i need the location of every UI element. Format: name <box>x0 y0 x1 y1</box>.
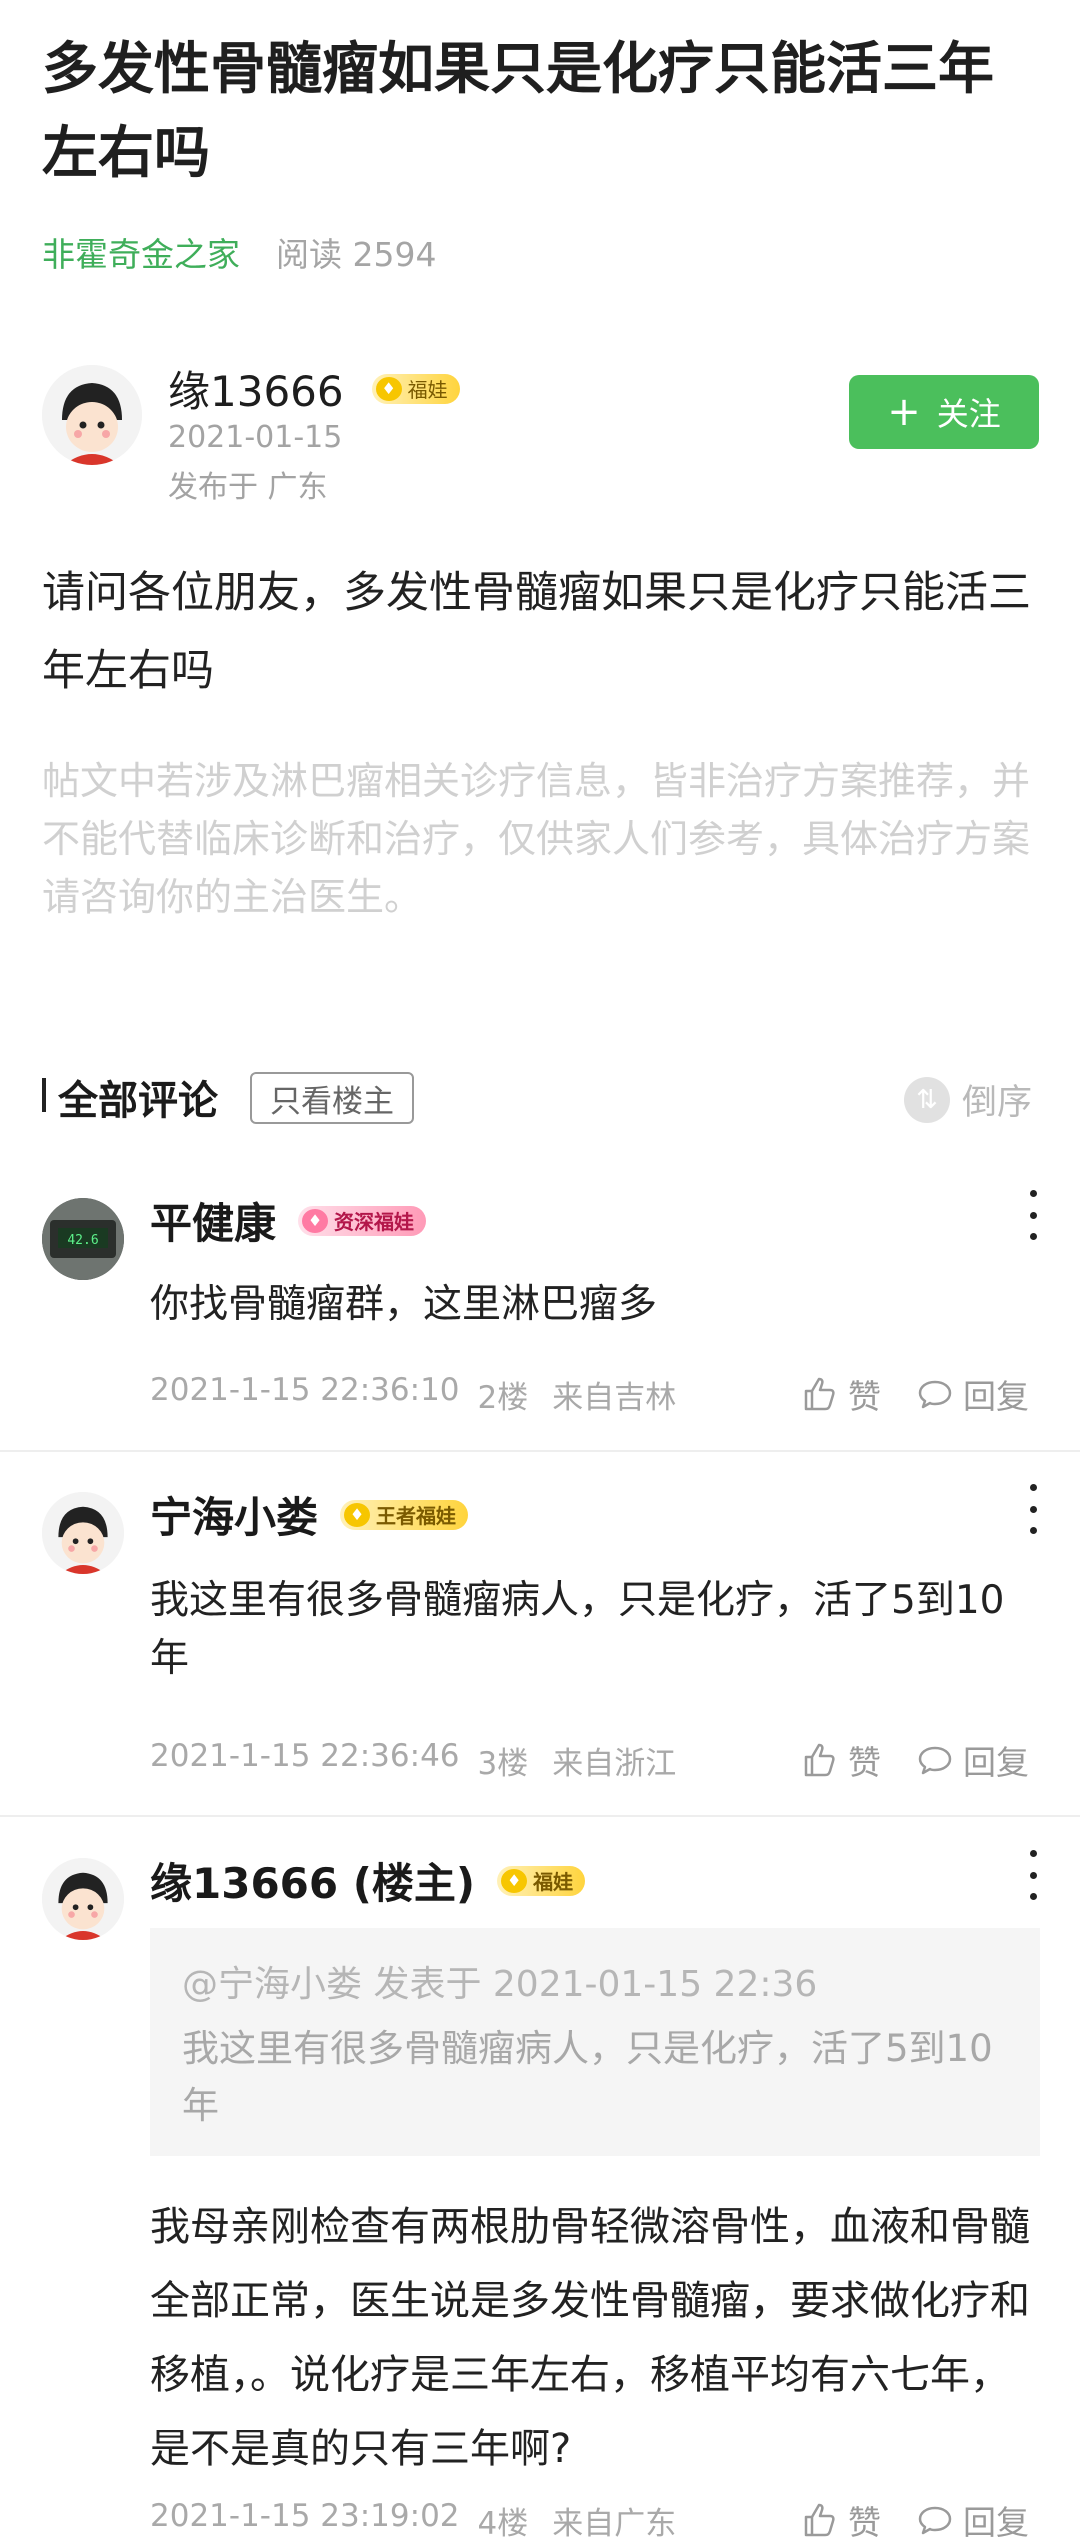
sort-button[interactable]: ⇅ 倒序 <box>904 1074 1032 1125</box>
comment-icon <box>918 2506 952 2535</box>
comment-author-row: 缘13666 (楼主) ♦ 福娃 <box>150 1850 586 1911</box>
sort-label: 倒序 <box>962 1083 1033 1123</box>
read-count: 阅读 2594 <box>276 235 437 274</box>
shirt-badge-icon: ♦ <box>344 1502 371 1527</box>
comment-badge: ♦ 王者福娃 <box>340 1499 469 1530</box>
more-icon[interactable] <box>1018 1190 1048 1240</box>
plus-icon: + <box>887 389 921 435</box>
follow-label: 关注 <box>936 395 1001 433</box>
comment-text: 你找骨髓瘤群，这里淋巴瘤多 <box>150 1282 658 1327</box>
post-body: 请问各位朋友，多发性骨髓瘤如果只是化疗只能活三年左右吗 <box>42 568 1031 696</box>
comment-location: 来自浙江 <box>552 1746 677 1782</box>
post-title: 多发性骨髓瘤如果只是化疗只能活三年左右吗 <box>42 37 994 186</box>
comment-badge-label: 王者福娃 <box>376 1504 457 1528</box>
like-button[interactable]: 赞 <box>800 1736 881 1784</box>
comment-floor: 3楼 <box>477 1746 529 1782</box>
commenter-avatar[interactable]: 42.6 <box>42 1198 124 1280</box>
sort-icon: ⇅ <box>904 1076 950 1123</box>
scale-photo-icon: 42.6 <box>42 1198 124 1280</box>
comment-badge-label: 资深福娃 <box>334 1210 415 1234</box>
avatar-icon <box>42 1492 124 1574</box>
comment-author-row: 平健康 ♦ 资深福娃 <box>150 1190 427 1251</box>
comment-icon <box>918 1746 952 1775</box>
thumbs-up-icon <box>804 1743 835 1777</box>
comment-time: 2021-1-15 22:36:10 <box>150 1372 460 1408</box>
comment-floor: 2楼 <box>477 1380 529 1416</box>
comment-badge: ♦ 资深福娃 <box>298 1205 427 1236</box>
comment-author-row: 宁海小娄 ♦ 王者福娃 <box>150 1484 469 1545</box>
comment-author[interactable]: 宁海小娄 <box>150 1484 318 1545</box>
comment-text: 我这里有很多骨髓瘤病人，只是化疗，活了5到10年 <box>150 1578 1005 1681</box>
shirt-badge-icon: ♦ <box>375 376 402 401</box>
like-button[interactable]: 赞 <box>800 2496 881 2544</box>
comment-actions: 赞 回复 <box>800 1370 1029 1418</box>
author-badge: ♦ 福娃 <box>371 373 460 404</box>
section-accent-bar <box>42 1078 46 1112</box>
like-label: 赞 <box>848 2503 881 2542</box>
comment-location: 来自广东 <box>552 2506 677 2542</box>
shirt-badge-icon: ♦ <box>501 1868 528 1893</box>
avatar-icon <box>42 365 142 465</box>
comment-time: 2021-1-15 22:36:46 <box>150 1738 460 1774</box>
author-badge-label: 福娃 <box>407 378 448 402</box>
commenter-avatar[interactable] <box>42 1858 124 1940</box>
author-name-row: 缘13666 ♦ 福娃 <box>168 358 460 419</box>
comment-author[interactable]: 平健康 <box>150 1190 276 1251</box>
svg-text:42.6: 42.6 <box>67 1233 98 1248</box>
comment-meta: 2021-1-15 23:19:02 4楼 来自广东 <box>150 2498 676 2543</box>
reply-label: 回复 <box>963 2503 1029 2542</box>
comment-text: 我母亲刚检查有两根肋骨轻微溶骨性，血液和骨髓全部正常，医生说是多发性骨髓瘤，要求… <box>150 2204 1030 2472</box>
group-link[interactable]: 非霍奇金之家 <box>42 228 240 276</box>
like-button[interactable]: 赞 <box>800 1370 881 1418</box>
like-label: 赞 <box>848 1377 881 1416</box>
comment-floor: 4楼 <box>477 2506 529 2542</box>
comment-location: 来自吉林 <box>552 1380 677 1416</box>
commenter-avatar[interactable] <box>42 1492 124 1574</box>
comment-divider <box>0 1450 1080 1452</box>
shirt-badge-icon: ♦ <box>302 1208 329 1233</box>
post-meta: 非霍奇金之家 阅读 2594 <box>42 228 436 276</box>
reply-button[interactable]: 回复 <box>915 1370 1029 1418</box>
comments-title: 全部评论 <box>58 1078 218 1124</box>
comment-time: 2021-1-15 23:19:02 <box>150 2498 460 2534</box>
post-disclaimer: 帖文中若涉及淋巴瘤相关诊疗信息，皆非治疗方案推荐，并不能代替临床诊断和治疗，仅供… <box>42 759 1031 919</box>
comment-meta: 2021-1-15 22:36:46 3楼 来自浙江 <box>150 1738 676 1783</box>
post-date: 2021-01-15 <box>168 420 343 455</box>
comment-meta: 2021-1-15 22:36:10 2楼 来自吉林 <box>150 1372 676 1417</box>
comment-icon <box>918 1380 952 1409</box>
comment-divider <box>0 1815 1080 1817</box>
author-avatar[interactable] <box>42 365 142 465</box>
like-label: 赞 <box>848 1743 881 1782</box>
quoted-comment-text: 我这里有很多骨髓瘤病人，只是化疗，活了5到10年 <box>182 2027 993 2127</box>
comment-author[interactable]: 缘13666 (楼主) <box>150 1850 475 1911</box>
author-name[interactable]: 缘13666 <box>168 358 344 419</box>
only-op-button[interactable]: 只看楼主 <box>250 1072 414 1124</box>
reply-button[interactable]: 回复 <box>915 1736 1029 1784</box>
reply-label: 回复 <box>963 1743 1029 1782</box>
follow-button[interactable]: + 关注 <box>849 375 1039 449</box>
avatar-icon <box>42 1858 124 1940</box>
thumbs-up-icon <box>804 2503 835 2537</box>
thumbs-up-icon <box>804 1377 835 1411</box>
post-location: 发布于 广东 <box>168 470 328 505</box>
reply-button[interactable]: 回复 <box>915 2496 1029 2544</box>
reply-label: 回复 <box>963 1377 1029 1416</box>
more-icon[interactable] <box>1018 1850 1048 1900</box>
comment-actions: 赞 回复 <box>800 2496 1029 2544</box>
quoted-comment-header: @宁海小娄 发表于 2021-01-15 22:36 <box>182 1964 818 2005</box>
comment-actions: 赞 回复 <box>800 1736 1029 1784</box>
more-icon[interactable] <box>1018 1484 1048 1534</box>
comment-badge: ♦ 福娃 <box>497 1865 586 1896</box>
comment-badge-label: 福娃 <box>533 1870 574 1894</box>
